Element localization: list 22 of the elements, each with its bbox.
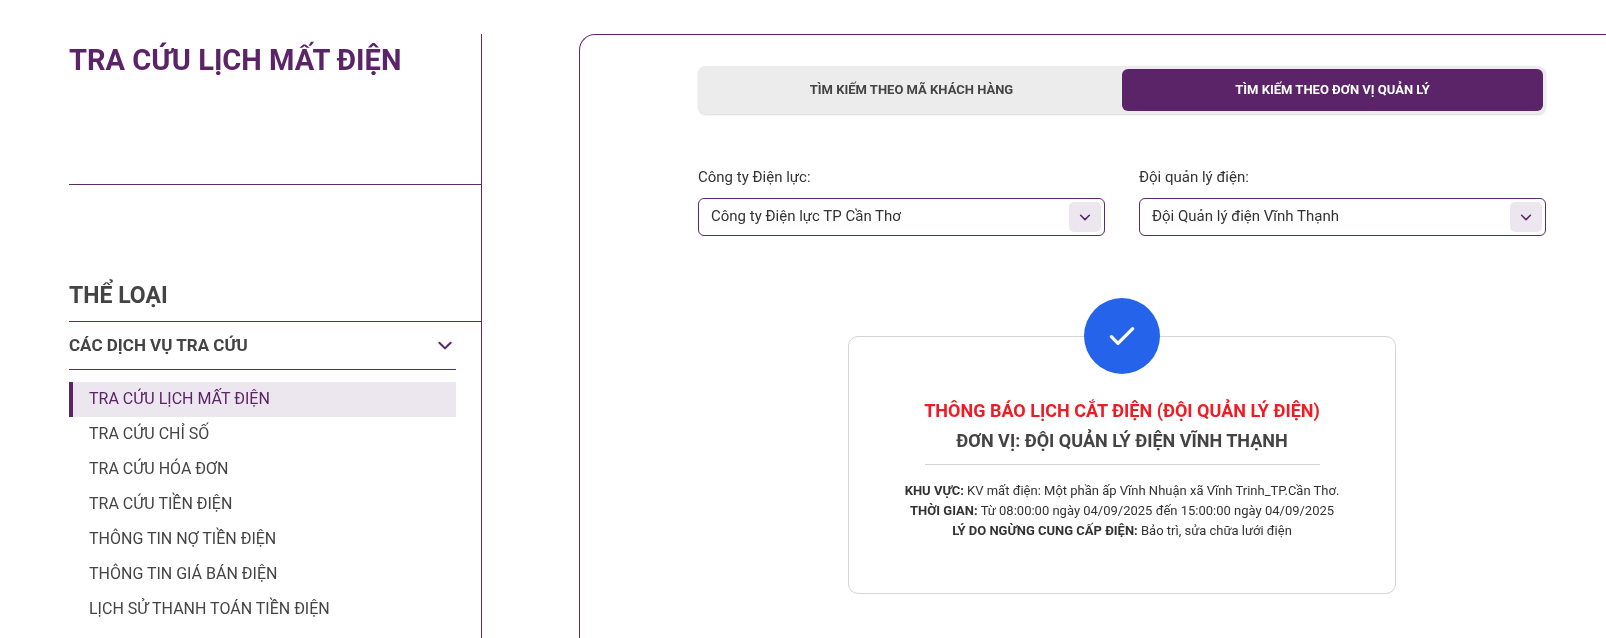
notice-title: THÔNG BÁO LỊCH CẮT ĐIỆN (ĐỘI QUẢN LÝ ĐIỆN) (924, 398, 1320, 423)
sidebar-item[interactable]: TRA CỨU TIỀN ĐIỆN (69, 486, 456, 522)
select-field[interactable]: Công ty Điện lực TP Cần Thơ (698, 197, 1105, 236)
field-label: Đội quản lý điện: (1139, 167, 1250, 188)
sidebar-item[interactable]: TRA CỨU LỊCH MẤT ĐIỆN (69, 381, 456, 417)
select-field[interactable]: Đội Quản lý điện Vĩnh Thạnh (1139, 197, 1546, 236)
chevron-down-icon (1510, 201, 1542, 232)
sidebar-item[interactable]: THÔNG TIN GIÁ BÁN ĐIỆN (69, 556, 456, 592)
tab[interactable]: TÌM KIẾM THEO ĐƠN VỊ QUẢN LÝ (1122, 69, 1543, 111)
sidebar-item[interactable]: THÔNG TIN NỢ TIỀN ĐIỆN (69, 521, 456, 557)
tab[interactable]: TÌM KIẾM THEO MÃ KHÁCH HÀNG (701, 69, 1122, 111)
notice-unit: ĐƠN VỊ: ĐỘI QUẢN LÝ ĐIỆN VĨNH THẠNH (956, 428, 1288, 453)
notice-detail: KHU VỰC: KV mất điện: Một phần ấp Vĩnh Nhuận xã Vĩnh Trinh_TP.Cần Thơ. (904, 481, 1340, 500)
category-group-header[interactable]: CÁC DỊCH VỤ TRA CỨU (69, 321, 456, 370)
page-title: TRA CỨU LỊCH MẤT ĐIỆN (69, 40, 403, 79)
sidebar-item[interactable]: LỊCH SỬ THANH TOÁN TIỀN ĐIỆN (69, 591, 456, 627)
sidebar-item[interactable]: TRA CỨU HÓA ĐƠN (69, 451, 456, 487)
chevron-down-icon (1069, 201, 1101, 232)
notice-detail: THỜI GIAN: Từ 08:00:00 ngày 04/09/2025 đến 15:00:00 ngày 04/09/2025 (909, 501, 1335, 520)
sidebar-item[interactable]: TRA CỨU CHỈ SỐ (69, 416, 456, 452)
field-label: Công ty Điện lực: (698, 167, 812, 188)
notice-detail: LÝ DO NGỪNG CUNG CẤP ĐIỆN: Bảo trì, sửa chữa lưới điện (952, 521, 1292, 540)
